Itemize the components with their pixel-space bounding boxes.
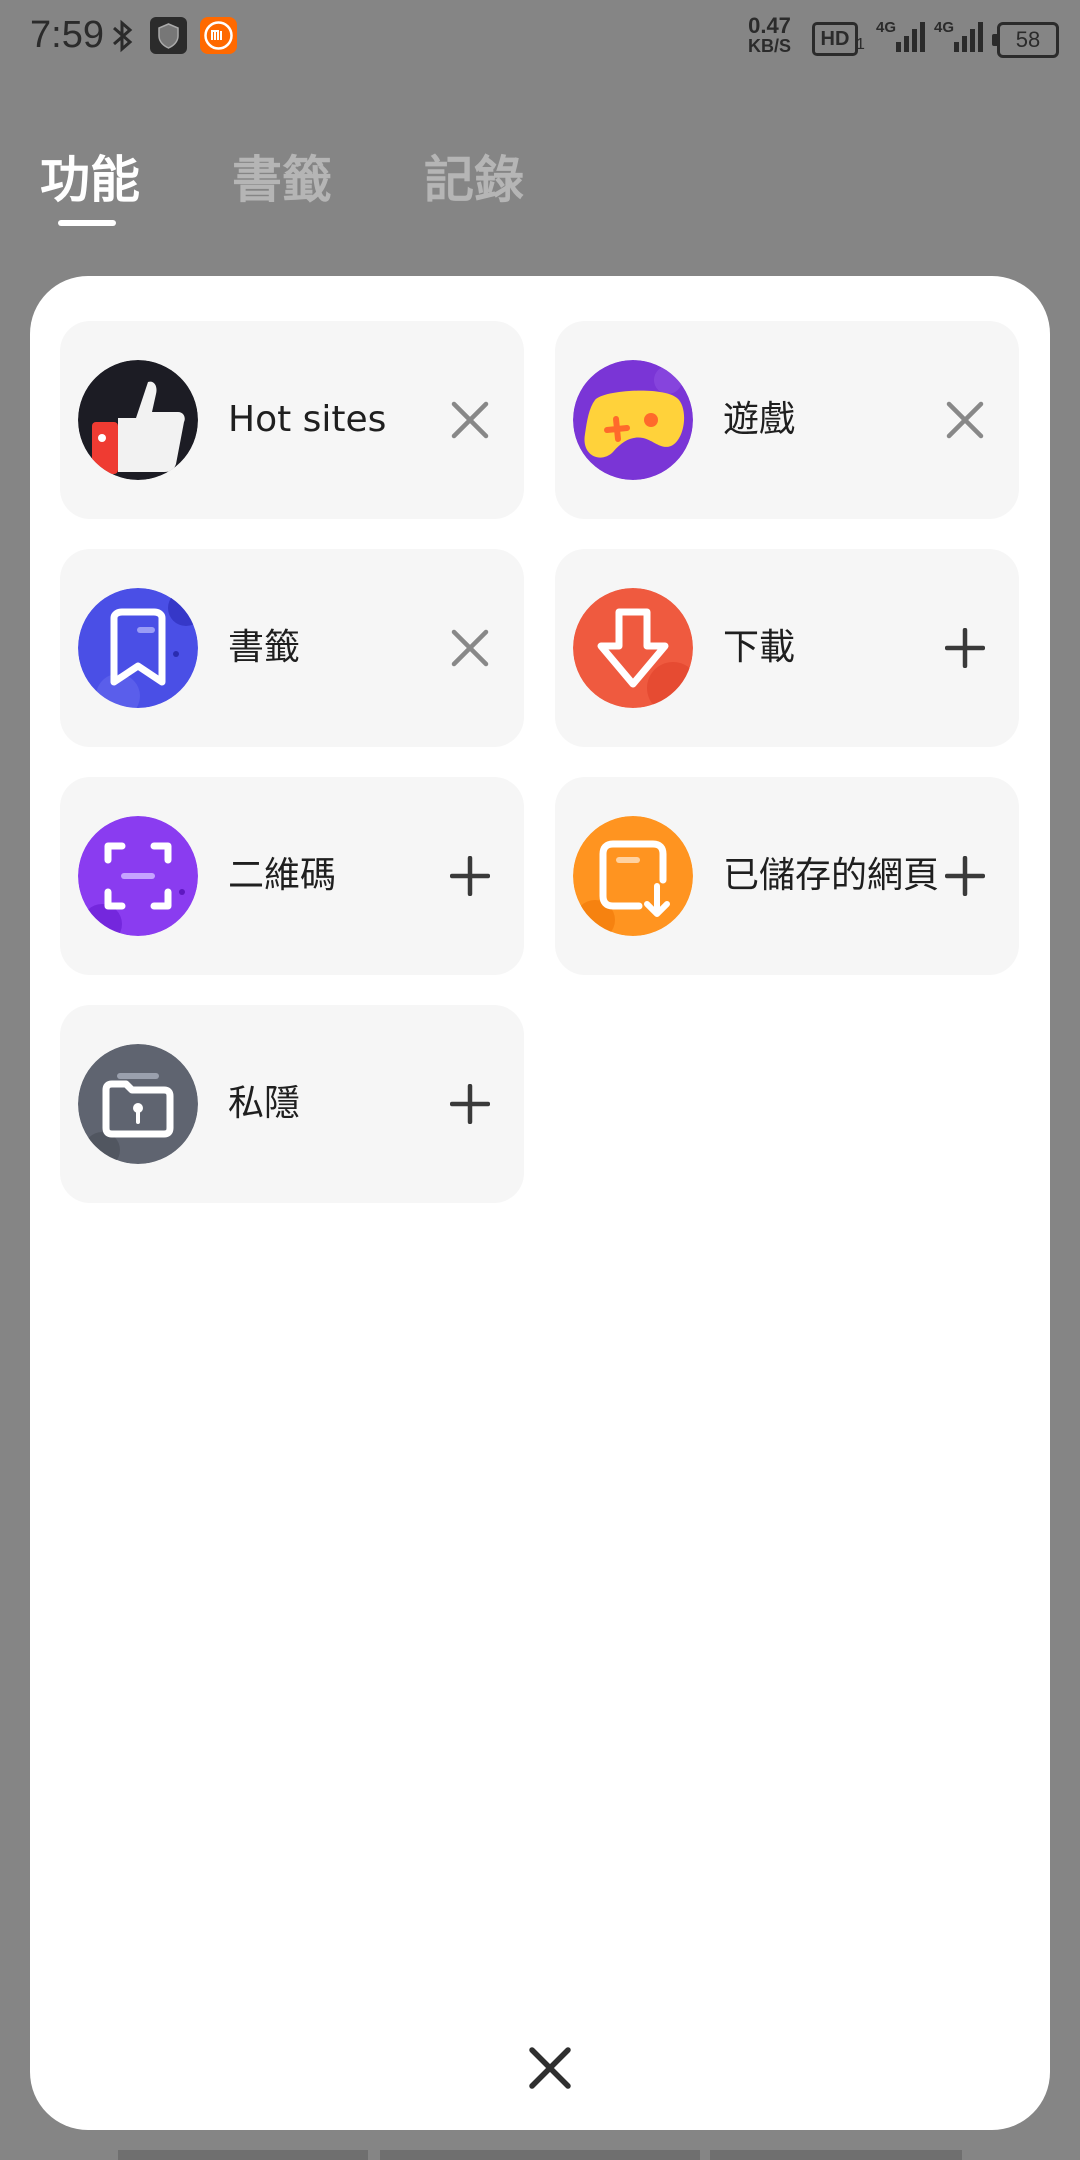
card-games[interactable]: 遊戲 [555, 321, 1019, 519]
card-label: 私隱 [228, 1083, 301, 1124]
card-label: 書籤 [228, 627, 301, 668]
security-app-icon [150, 17, 187, 54]
functions-sheet: Hot sites 遊戲 書籤 下載 二維碼 已儲存的網頁 私隱 [30, 276, 1050, 2130]
hd-voice-icon: HD [812, 22, 858, 56]
status-time: 7:59 [30, 14, 104, 56]
bluetooth-icon [113, 19, 133, 53]
bottom-bar-segment [380, 2150, 700, 2160]
card-bookmarks[interactable]: 書籤 [60, 549, 524, 747]
saved-page-icon [573, 816, 693, 936]
bottom-bar-segment [710, 2150, 962, 2160]
add-icon[interactable] [945, 628, 985, 668]
network-speed: 0.47 KB/S [748, 13, 792, 57]
remove-icon[interactable] [450, 400, 490, 440]
bookmark-icon [78, 588, 198, 708]
card-label: 遊戲 [723, 399, 796, 440]
tab-functions[interactable]: 功能 [40, 140, 140, 212]
remove-icon[interactable] [450, 628, 490, 668]
thumbs-up-icon [78, 360, 198, 480]
add-icon[interactable] [450, 856, 490, 896]
tab-indicator [58, 220, 116, 226]
mi-app-icon [200, 17, 237, 54]
card-label: 已儲存的網頁 [723, 855, 940, 896]
add-icon[interactable] [945, 856, 985, 896]
card-qr-code[interactable]: 二維碼 [60, 777, 524, 975]
tab-bookmarks[interactable]: 書籤 [232, 140, 332, 212]
close-sheet-button[interactable] [520, 2038, 580, 2098]
remove-icon[interactable] [945, 400, 985, 440]
hd-sim-index: 1 [856, 36, 865, 53]
gamepad-icon [573, 360, 693, 480]
status-bar: 7:59 0.47 KB/S HD 1 4G 4G 58 [0, 0, 1080, 76]
bottom-bar-segment [118, 2150, 368, 2160]
card-label: 下載 [723, 627, 796, 668]
card-hot-sites[interactable]: Hot sites [60, 321, 524, 519]
card-downloads[interactable]: 下載 [555, 549, 1019, 747]
svg-text:4G: 4G [934, 19, 954, 36]
download-icon [573, 588, 693, 708]
private-folder-icon [78, 1044, 198, 1164]
card-saved-pages[interactable]: 已儲存的網頁 [555, 777, 1019, 975]
tab-bar: 功能 書籤 記錄 [0, 140, 1080, 230]
card-label: 二維碼 [228, 855, 337, 896]
signal-2-icon: 4G [934, 16, 986, 60]
signal-1-icon: 4G [876, 16, 928, 60]
svg-text:4G: 4G [876, 19, 896, 36]
add-icon[interactable] [450, 1084, 490, 1124]
tab-history[interactable]: 記錄 [424, 140, 524, 212]
battery-icon: 58 [992, 22, 1059, 58]
card-private[interactable]: 私隱 [60, 1005, 524, 1203]
card-label: Hot sites [228, 399, 387, 440]
qr-scan-icon [78, 816, 198, 936]
